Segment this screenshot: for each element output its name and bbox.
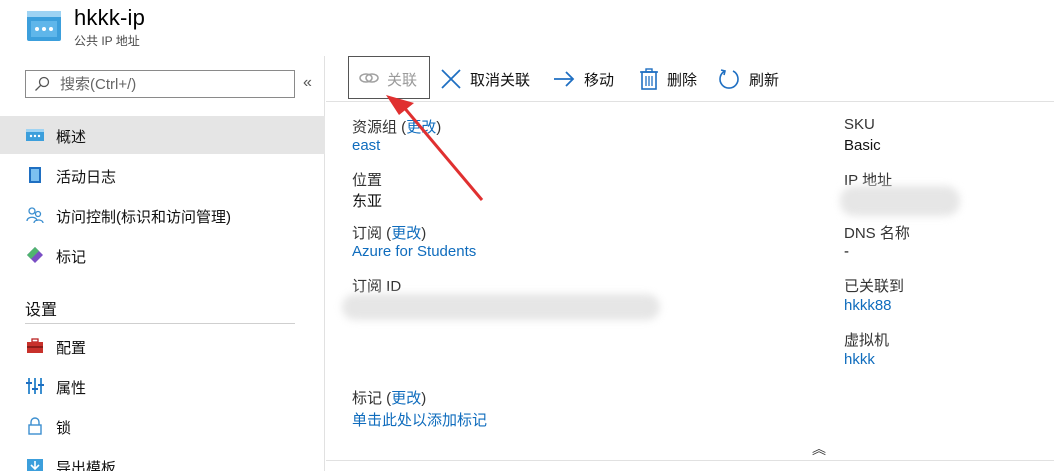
add-tags-link[interactable]: 单击此处以添加标记 — [352, 409, 487, 430]
sidebar-item-tags[interactable]: 标记 — [0, 236, 325, 274]
essentials-divider — [326, 460, 1054, 461]
search-box[interactable] — [25, 70, 295, 98]
sidebar-item-label: 锁 — [56, 420, 72, 437]
move-button[interactable]: 移动 — [553, 56, 621, 100]
delete-label: 删除 — [667, 72, 698, 89]
resource-group-link[interactable]: east — [352, 137, 380, 154]
resource-group-label: 资源组 (更改) — [352, 119, 442, 136]
trash-icon — [640, 68, 658, 90]
essentials-panel: 资源组 (更改) east 位置 东亚 订阅 (更改) Azure for St… — [326, 102, 1054, 471]
subscription-link[interactable]: Azure for Students — [352, 243, 476, 260]
sidebar-item-label: 访问控制(标识和访问管理) — [56, 209, 231, 226]
location-value: 东亚 — [352, 193, 383, 210]
command-bar: 关联 取消关联 移动 删除 刷新 — [326, 56, 1054, 102]
sidebar-item-lock[interactable]: 锁 — [0, 407, 325, 445]
section-divider — [25, 323, 295, 324]
sidebar-item-configuration[interactable]: 配置 — [0, 327, 325, 365]
sidebar-item-overview[interactable]: 概述 — [0, 116, 325, 154]
sidebar-item-label: 导出模板 — [56, 460, 117, 471]
sidebar-item-label: 标记 — [56, 249, 87, 266]
subscription-id-label: 订阅 ID — [352, 278, 402, 295]
sidebar-item-label: 配置 — [56, 340, 87, 357]
redacted-subscription-id — [342, 294, 660, 320]
virtual-machine-label: 虚拟机 — [844, 332, 890, 349]
collapse-sidebar-button[interactable]: « — [303, 74, 312, 92]
subscription-change-link[interactable]: 更改 — [391, 225, 421, 242]
arrow-right-icon — [554, 71, 575, 87]
dns-name-value: - — [844, 243, 849, 260]
export-template-icon — [27, 459, 43, 471]
dissociate-button[interactable]: 取消关联 — [438, 56, 538, 100]
dns-name-label: DNS 名称 — [844, 225, 910, 242]
sku-value: Basic — [844, 137, 881, 154]
collapse-essentials-button[interactable]: ︽ — [812, 439, 826, 459]
link-icon — [359, 73, 379, 83]
virtual-machine-link[interactable]: hkkk — [844, 351, 875, 368]
toolbox-icon — [27, 338, 43, 353]
sidebar-item-label: 属性 — [56, 380, 87, 397]
delete-button[interactable]: 删除 — [638, 56, 706, 100]
tags-change-link[interactable]: 更改 — [391, 390, 421, 407]
overview-icon — [26, 129, 44, 141]
page-title: hkkk-ip — [74, 5, 146, 30]
search-icon — [35, 76, 50, 91]
sidebar-item-properties[interactable]: 属性 — [0, 367, 325, 405]
header: hkkk-ip 公共 IP 地址 — [0, 0, 1054, 56]
sidebar-item-activity-log[interactable]: 活动日志 — [0, 156, 325, 194]
refresh-label: 刷新 — [749, 72, 780, 89]
search-input[interactable] — [60, 74, 285, 94]
settings-section-title: 设置 — [25, 302, 58, 319]
associate-label: 关联 — [387, 72, 418, 89]
sidebar-item-label: 概述 — [56, 129, 87, 146]
activity-log-icon — [29, 167, 41, 183]
associate-button[interactable]: 关联 — [348, 56, 430, 99]
refresh-button[interactable]: 刷新 — [718, 56, 788, 100]
subscription-label: 订阅 (更改) — [352, 225, 427, 242]
properties-icon — [26, 378, 44, 394]
sidebar-item-label: 活动日志 — [56, 169, 117, 186]
associated-to-link[interactable]: hkkk88 — [844, 297, 892, 314]
tags-label: 标记 (更改) — [352, 390, 427, 407]
page-subtitle: 公共 IP 地址 — [74, 34, 140, 48]
iam-icon — [26, 207, 44, 224]
dissociate-label: 取消关联 — [470, 72, 531, 89]
sku-label: SKU — [844, 116, 875, 133]
sidebar-item-iam[interactable]: 访问控制(标识和访问管理) — [0, 196, 325, 234]
public-ip-icon — [27, 11, 61, 41]
sidebar: « 概述 活动日志 访问控制(标识和访问管理) 标记 设置 — [0, 56, 325, 471]
refresh-icon — [719, 69, 739, 89]
associated-to-label: 已关联到 — [844, 278, 905, 295]
location-label: 位置 — [352, 172, 383, 189]
tag-icon — [27, 247, 43, 263]
move-label: 移动 — [584, 72, 615, 89]
sidebar-item-export-template[interactable]: 导出模板 — [0, 447, 325, 471]
resource-group-change-link[interactable]: 更改 — [406, 119, 436, 136]
close-icon — [441, 69, 461, 89]
redacted-ip-address — [840, 186, 960, 216]
lock-icon — [28, 417, 42, 435]
